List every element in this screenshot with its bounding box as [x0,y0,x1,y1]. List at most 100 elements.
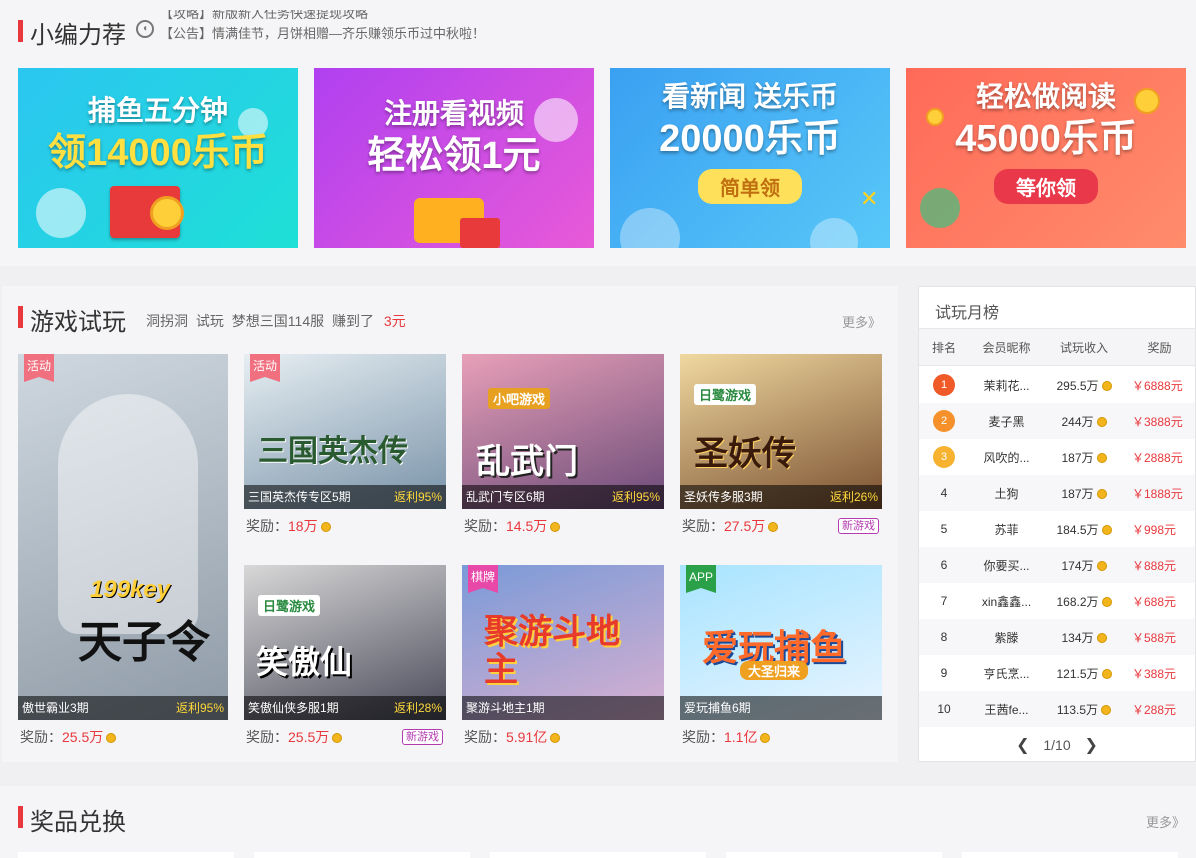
banner-video[interactable]: 注册看视频 轻松领1元 [314,68,594,248]
reward-amount: 14.5万 [506,518,548,534]
reward-amount: 1.1亿 [724,729,758,745]
coin-icon [332,733,343,743]
trial-income: 121.5万 [1044,665,1124,682]
ticker-earned: 赚到了 [332,313,374,329]
ranking-row: 7 xin鑫鑫... 168.2万 ￥688元 [919,583,1195,619]
exchange-item[interactable] [254,852,470,858]
game-brand: 小吧游戏 [488,388,551,409]
game-rebate: 返利28% [393,701,442,715]
coin-icon [320,522,331,532]
banner-reading[interactable]: 轻松做阅读 45000乐币 等你领 [906,68,1186,248]
income-value: 174万 [1061,558,1094,573]
ranking-row: 4 土狗 187万 ￥1888元 [919,475,1195,511]
rank-medal: 3 [919,446,969,468]
game-card[interactable]: 聚游斗地主 棋牌 聚游斗地主1期 [462,565,664,720]
close-icon: ✕ [860,186,879,211]
coin-icon [106,733,117,743]
game-card[interactable]: 199key 天子令 活动 傲世霸业3期 返利95% [18,354,228,720]
coin-icon [1101,524,1112,535]
ticker-game: 梦想三国114服 [231,313,325,329]
banner-line1: 看新闻 送乐币 [662,81,838,113]
game-logo-text: 圣妖传 [694,434,796,474]
rank-medal: 2 [919,410,969,432]
game-brand: 日鹭游戏 [258,595,321,616]
prize-amount: ￥6888元 [1132,378,1183,393]
notice-ticker: 【攻略】新版新人任务快速提现攻略 【公告】情满佳节，月饼相赠—齐乐赚领乐币过中秋… [160,10,485,46]
game-rebate: 返利95% [175,701,224,715]
exchange-more-link[interactable]: 更多》 [1146,812,1185,831]
section-marker [18,20,23,42]
income-value: 244万 [1061,414,1094,429]
prize-amount: ￥3888元 [1132,414,1183,429]
rank-number: 8 [940,630,948,644]
game-card[interactable]: 日鹭游戏 圣妖传 圣妖传多服3期 返利26% [680,354,882,509]
game-name: 笑傲仙侠多服1期 [248,701,339,715]
game-logo-text: 笑傲仙 [256,643,353,681]
notice-item[interactable]: 【公告】情满佳节，月饼相赠—齐乐赚领乐币过中秋啦！ [160,24,485,44]
medal-icon: 3 [933,446,955,468]
prize-amount: ￥998元 [1132,522,1177,537]
member-nick: 苏菲 [994,522,1019,537]
medal-icon: 1 [933,374,955,396]
game-caption: 乱武门专区6期 返利95% [462,485,664,509]
prize-amount: ￥388元 [1132,666,1177,681]
exchange-item[interactable] [18,852,234,858]
pagination: ❮ 1/10 ❯ [919,735,1195,755]
exchange-item[interactable] [490,852,706,858]
banner-fishing[interactable]: 捕鱼五分钟 领14000乐币 [18,68,298,248]
ranking-row: 6 你要买... 174万 ￥888元 [919,547,1195,583]
rank-number: 10 [937,702,951,716]
game-reward: 奖励：25.5万 [246,727,343,747]
notice-item[interactable]: 【攻略】新版新人任务快速提现攻略 [160,10,485,24]
rank-number: 7 [940,594,948,608]
prev-page-icon[interactable]: ❮ [1016,735,1029,755]
member-nick: 茉莉花... [983,378,1030,393]
reward-amount: 5.91亿 [506,729,548,745]
coin-icon [1096,416,1107,427]
page-indicator: 1/10 [1043,737,1071,753]
col-prize: 奖励 [1147,340,1172,355]
col-nick: 会员昵称 [982,340,1031,355]
game-caption: 三国英杰传专区5期 返利95% [244,485,446,509]
ranking-row: 10 王茜fe... 113.5万 ￥288元 [919,691,1195,727]
banner-line1: 捕鱼五分钟 [87,94,228,126]
member-nick: 土狗 [994,486,1019,501]
game-brand: 日鹭游戏 [694,384,757,405]
coin-icon [1096,452,1107,463]
col-income: 试玩收入 [1059,340,1108,355]
next-page-icon[interactable]: ❯ [1085,735,1098,755]
speaker-icon: ◖ [136,20,154,38]
coin-icon [1101,596,1112,607]
game-logo-text: 乱武门 [476,442,578,482]
reward-amount: 25.5万 [288,729,330,745]
member-nick: 风吹的... [983,450,1030,465]
rank-number: 4 [940,486,948,500]
exchange-item[interactable] [962,852,1178,858]
ranking-header: 排名 会员昵称 试玩收入 奖励 [919,328,1195,366]
game-card[interactable]: 日鹭游戏 笑傲仙 笑傲仙侠多服1期 返利28% [244,565,446,720]
new-game-badge: 新游戏 [838,518,879,534]
banner-news[interactable]: ✕ 看新闻 送乐币 20000乐币 简单领 [610,68,890,248]
trial-income: 244万 [1044,413,1124,430]
ranking-row: 9 亨氏烹... 121.5万 ￥388元 [919,655,1195,691]
coin-icon [1101,704,1112,715]
reward-amount: 25.5万 [62,729,104,745]
coin-icon [150,196,184,230]
game-name: 爱玩捕鱼6期 [684,701,751,715]
banner-line2: 领14000乐币 [48,131,268,174]
game-card[interactable]: 小吧游戏 乱武门 乱武门专区6期 返利95% [462,354,664,509]
game-subtitle: 大圣归来 [740,661,809,680]
game-caption: 傲世霸业3期 返利95% [18,696,228,720]
game-caption: 爱玩捕鱼6期 [680,696,882,720]
prize-amount: ￥288元 [1132,702,1177,717]
trial-more-link[interactable]: 更多》 [842,312,881,331]
game-card[interactable]: 爱玩捕鱼 大圣归来 APP 爱玩捕鱼6期 [680,565,882,720]
income-value: 187万 [1061,450,1094,465]
ticker-action: 试玩 [195,313,224,329]
trial-income: 187万 [1044,449,1124,466]
game-reward: 奖励：5.91亿 [464,727,561,747]
game-card[interactable]: 三国英杰传 活动 三国英杰传专区5期 返利95% [244,354,446,509]
game-reward: 奖励：1.1亿 [682,727,771,747]
exchange-item[interactable] [726,852,942,858]
medal-icon: 2 [933,410,955,432]
